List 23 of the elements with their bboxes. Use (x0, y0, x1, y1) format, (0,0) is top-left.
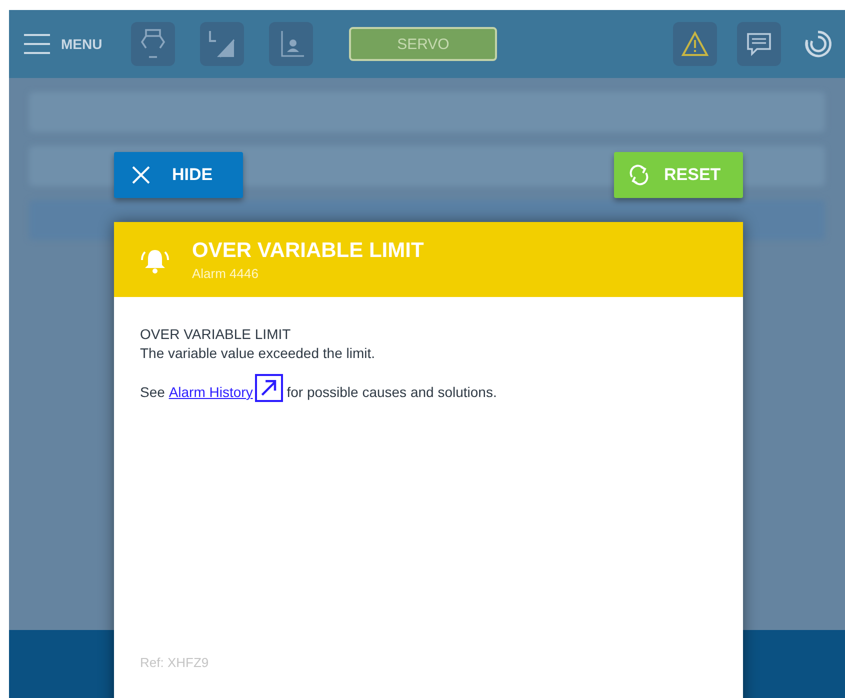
external-link-icon (254, 374, 283, 402)
reset-button[interactable]: RESET (614, 152, 743, 198)
message-button[interactable] (737, 22, 781, 66)
gripper-button[interactable] (131, 22, 176, 66)
chat-icon (746, 31, 772, 57)
angle-icon (207, 29, 238, 59)
alarm-number: Alarm 4446 (192, 266, 260, 280)
refresh-icon (628, 164, 650, 186)
user-frame-button[interactable] (269, 22, 314, 66)
reference-code: Ref: XHFZ9 (140, 654, 210, 672)
menu-icon (23, 33, 51, 55)
close-icon (132, 166, 150, 184)
warning-icon (681, 31, 709, 57)
hide-button[interactable]: HIDE (114, 152, 243, 198)
alarm-button[interactable] (673, 22, 717, 66)
angle-button[interactable] (200, 22, 244, 66)
servo-button[interactable]: SERVO (349, 27, 498, 61)
message-text: The variable value exceeded the limit. (140, 344, 376, 363)
menu-button[interactable]: MENU (19, 29, 106, 59)
message-title: OVER VARIABLE LIMIT (140, 325, 292, 344)
swirl-logo-icon[interactable] (803, 29, 833, 59)
gripper-icon (140, 28, 166, 60)
alarm-title: OVER VARIABLE LIMIT (192, 238, 424, 262)
